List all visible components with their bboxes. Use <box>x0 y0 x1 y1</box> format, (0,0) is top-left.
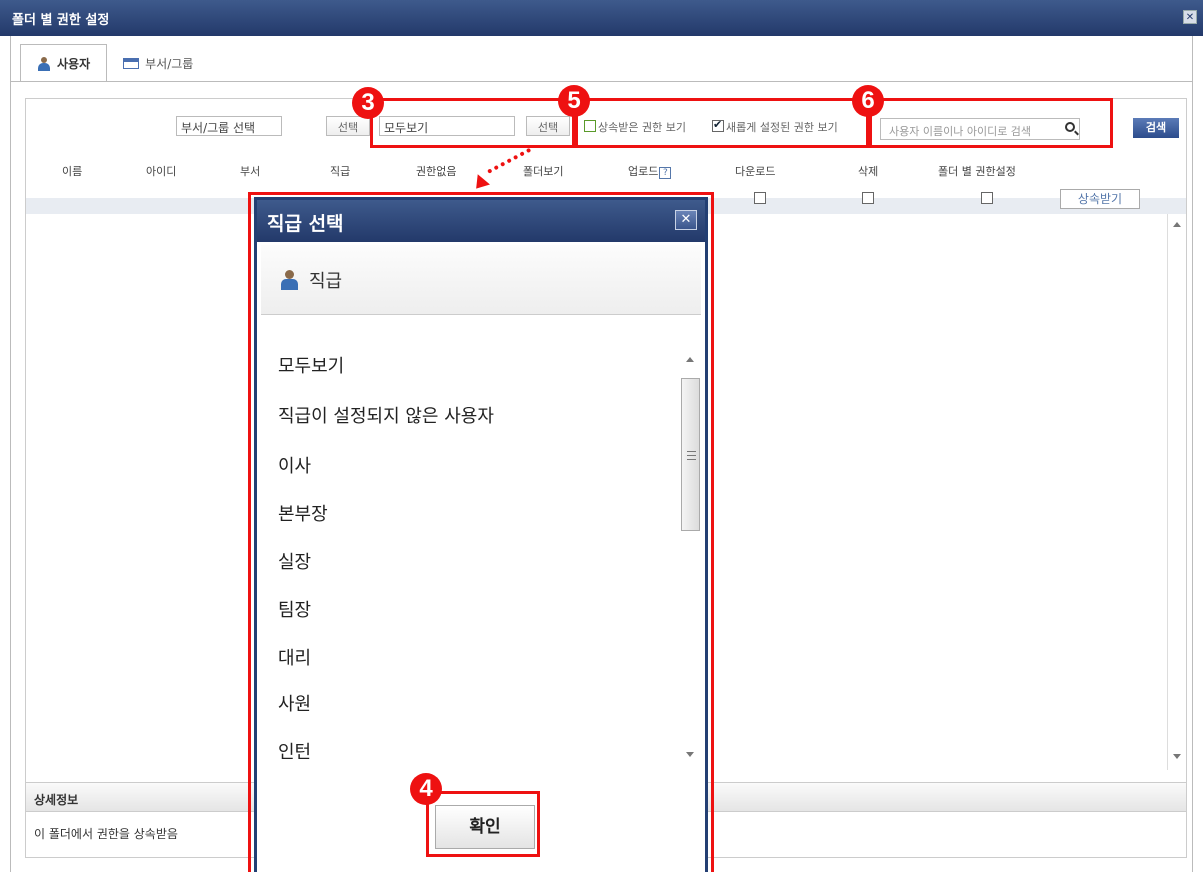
list-scrollbar[interactable] <box>1167 214 1185 770</box>
user-icon <box>37 56 51 71</box>
tab-departments-label: 부서/그룹 <box>145 56 194 71</box>
tab-users-label: 사용자 <box>57 57 91 71</box>
window-close-icon[interactable]: ✕ <box>1183 10 1197 24</box>
column-delete: 삭제 <box>858 165 879 178</box>
column-download: 다운로드 <box>735 165 776 178</box>
column-upload: 업로드? <box>628 163 672 179</box>
badge-3: 3 <box>352 87 384 119</box>
column-name: 이름 <box>62 165 83 178</box>
help-icon[interactable]: ? <box>659 167 672 179</box>
folder-permission-all-checkbox[interactable] <box>981 192 993 204</box>
tab-bar: 사용자 부서/그룹 <box>20 44 209 82</box>
window-title: 폴더 별 권한 설정 <box>12 13 110 28</box>
highlight-box-4 <box>426 791 540 857</box>
department-select-field[interactable]: 부서/그룹 선택 <box>176 116 282 136</box>
column-upload-label: 업로드 <box>628 165 659 178</box>
column-view-folder: 폴더보기 <box>523 165 564 178</box>
badge-6: 6 <box>852 85 884 117</box>
tab-divider <box>10 81 1193 82</box>
highlight-box-3 <box>370 98 575 148</box>
window-titlebar: 폴더 별 권한 설정 ✕ <box>0 0 1203 36</box>
department-select-button[interactable]: 선택 <box>326 116 370 136</box>
badge-5: 5 <box>558 85 590 117</box>
highlight-box-6 <box>869 98 1113 148</box>
tab-departments[interactable]: 부서/그룹 <box>107 44 209 82</box>
badge-4: 4 <box>410 773 442 805</box>
column-folder-permission: 폴더 별 권한설정 <box>938 165 1016 178</box>
tab-users[interactable]: 사용자 <box>20 44 108 82</box>
delete-all-checkbox[interactable] <box>862 192 874 204</box>
highlight-box-5 <box>575 98 869 148</box>
department-icon <box>123 57 140 69</box>
column-rank: 직급 <box>330 165 351 178</box>
download-all-checkbox[interactable] <box>754 192 766 204</box>
highlight-box-dialog <box>248 192 714 872</box>
inherit-button[interactable]: 상속받기 <box>1060 189 1140 209</box>
column-department: 부서 <box>240 165 261 178</box>
detail-text: 이 폴더에서 권한을 상속받음 <box>34 827 178 841</box>
scroll-up-icon[interactable] <box>1173 222 1181 227</box>
column-no-permission: 권한없음 <box>416 165 457 178</box>
search-button[interactable]: 검색 <box>1133 118 1179 138</box>
scroll-down-icon[interactable] <box>1173 754 1181 759</box>
column-id: 아이디 <box>146 165 177 178</box>
